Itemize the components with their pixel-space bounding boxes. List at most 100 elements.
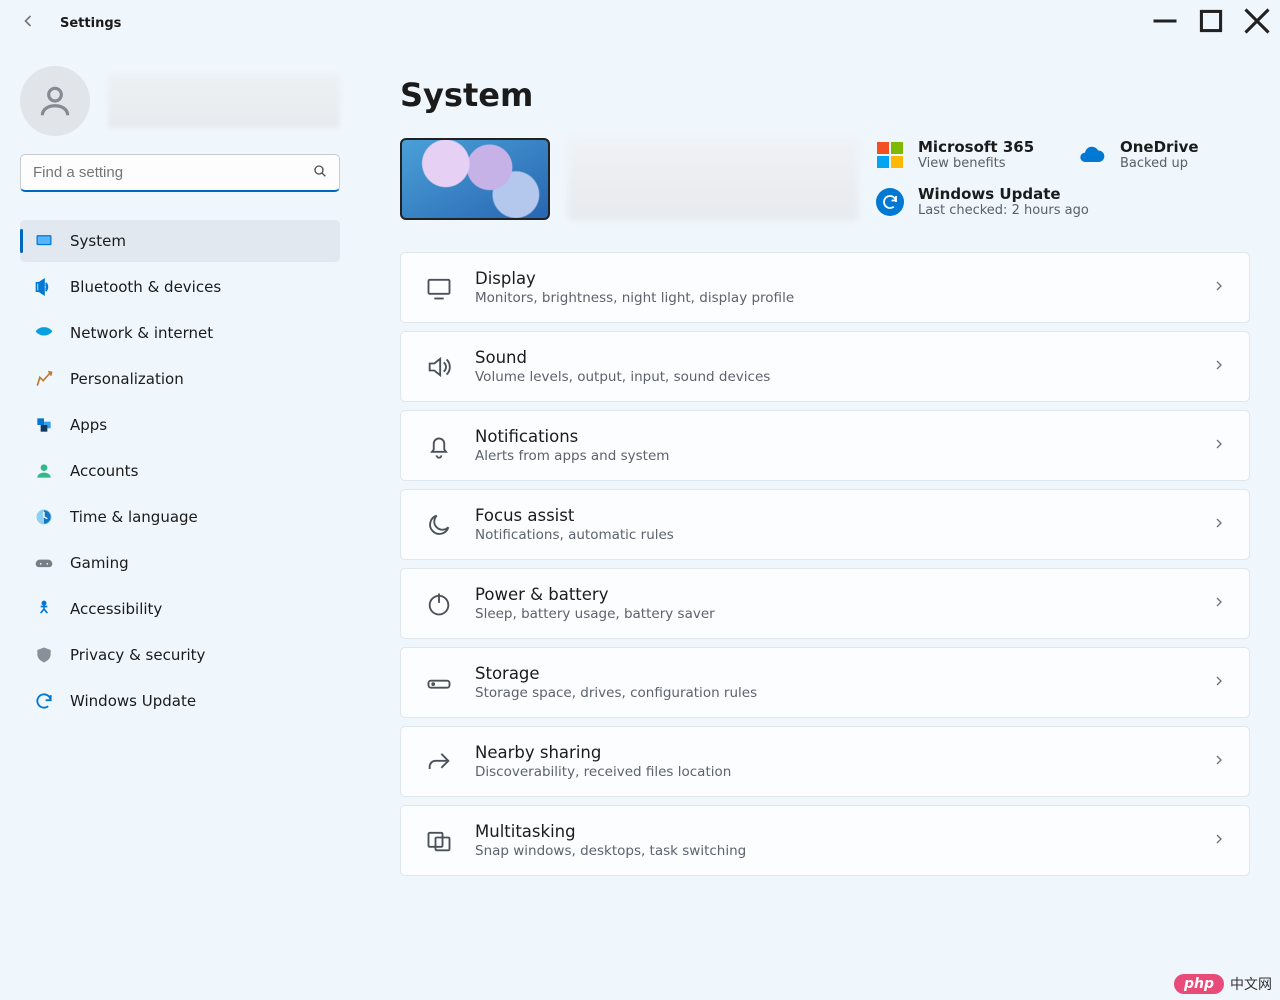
sidebar-item-label: Windows Update	[70, 692, 328, 710]
sidebar-item-label: Accounts	[70, 462, 328, 480]
sidebar-item-label: Network & internet	[70, 324, 328, 342]
page-title: System	[400, 76, 1250, 114]
card-storage[interactable]: Storage Storage space, drives, configurat…	[400, 647, 1250, 718]
card-subtitle: Monitors, brightness, night light, displ…	[475, 290, 1189, 306]
card-title: Display	[475, 269, 1189, 288]
sidebar-item-network-internet[interactable]: Network & internet	[20, 312, 340, 354]
chevron-right-icon	[1211, 594, 1227, 614]
quick-onedrive[interactable]: OneDrive Backed up	[1078, 138, 1250, 171]
sidebar-item-accounts[interactable]: Accounts	[20, 450, 340, 492]
sidebar-item-privacy-security[interactable]: Privacy & security	[20, 634, 340, 676]
device-info-redacted	[568, 138, 858, 220]
nav: System Bluetooth & devices Network & inter…	[20, 220, 340, 722]
window-minimize-button[interactable]	[1142, 3, 1188, 43]
card-sound[interactable]: SoundVolume levels, output, input, sound…	[400, 331, 1250, 402]
chevron-right-icon	[1211, 752, 1227, 772]
card-text: NotificationsAlerts from apps and system	[475, 427, 1189, 464]
card-text: Focus assist Notifications, automatic rul…	[475, 506, 1189, 543]
card-title: Notifications	[475, 427, 1189, 446]
card-subtitle: Storage space, drives, configuration rul…	[475, 685, 1189, 701]
display-icon	[425, 274, 453, 302]
window-close-button[interactable]	[1234, 3, 1280, 43]
bell-icon	[425, 432, 453, 460]
apps-icon	[34, 415, 54, 435]
quick-title: Windows Update	[918, 185, 1089, 203]
system-icon	[34, 231, 54, 251]
user-block[interactable]	[20, 66, 340, 136]
accessibility-icon	[34, 599, 54, 619]
share-icon	[425, 748, 453, 776]
quick-subtitle: Backed up	[1120, 156, 1199, 171]
sidebar-item-label: Apps	[70, 416, 328, 434]
back-button[interactable]	[18, 13, 38, 33]
device-preview[interactable]	[400, 138, 550, 220]
update-icon	[34, 691, 54, 711]
card-text: Display Monitors, brightness, night light…	[475, 269, 1189, 306]
sidebar-item-gaming[interactable]: Gaming	[20, 542, 340, 584]
chevron-right-icon	[1211, 673, 1227, 693]
card-text: MultitaskingSnap windows, desktops, task…	[475, 822, 1189, 859]
chevron-right-icon	[1211, 357, 1227, 377]
card-focus-assist[interactable]: Focus assist Notifications, automatic rul…	[400, 489, 1250, 560]
sidebar-item-time-language[interactable]: Time & language	[20, 496, 340, 538]
card-title: Power & battery	[475, 585, 1189, 604]
titlebar-left: Settings	[18, 13, 121, 33]
sidebar-item-label: Accessibility	[70, 600, 328, 618]
bluetooth-icon	[34, 277, 54, 297]
sidebar-item-label: Time & language	[70, 508, 328, 526]
card-text: Storage Storage space, drives, configurat…	[475, 664, 1189, 701]
card-text: Power & batterySleep, battery usage, bat…	[475, 585, 1189, 622]
moon-icon	[425, 511, 453, 539]
card-subtitle: Notifications, automatic rules	[475, 527, 1189, 543]
multitask-icon	[425, 827, 453, 855]
minimize-icon	[1142, 0, 1188, 48]
sidebar-item-apps[interactable]: Apps	[20, 404, 340, 446]
sidebar-item-personalization[interactable]: Personalization	[20, 358, 340, 400]
storage-icon	[425, 669, 453, 697]
card-multitasking[interactable]: MultitaskingSnap windows, desktops, task…	[400, 805, 1250, 876]
card-title: Nearby sharing	[475, 743, 1189, 762]
quick-m365[interactable]: Microsoft 365 View benefits	[876, 138, 1048, 171]
wifi-icon	[34, 323, 54, 343]
card-display[interactable]: Display Monitors, brightness, night light…	[400, 252, 1250, 323]
search-icon	[312, 163, 328, 183]
accounts-icon	[34, 461, 54, 481]
card-nearby-sharing[interactable]: Nearby sharing Discoverability, received …	[400, 726, 1250, 797]
sidebar-item-accessibility[interactable]: Accessibility	[20, 588, 340, 630]
personalization-icon	[34, 369, 54, 389]
clock-icon	[34, 507, 54, 527]
sound-icon	[425, 353, 453, 381]
card-text: SoundVolume levels, output, input, sound…	[475, 348, 1189, 385]
window-maximize-button[interactable]	[1188, 3, 1234, 43]
onedrive-icon	[1078, 141, 1106, 169]
sidebar-item-system[interactable]: System	[20, 220, 340, 262]
card-title: Storage	[475, 664, 1189, 683]
content: System Microsoft 365 View benefits	[360, 46, 1280, 1000]
search-input[interactable]	[20, 154, 340, 192]
arrow-left-icon	[18, 11, 38, 35]
settings-card-list: Display Monitors, brightness, night light…	[400, 252, 1250, 876]
sidebar-item-label: System	[70, 232, 328, 250]
windows-update-icon	[876, 188, 904, 216]
chevron-right-icon	[1211, 278, 1227, 298]
window-controls	[1142, 3, 1280, 43]
maximize-icon	[1188, 0, 1234, 48]
shield-icon	[34, 645, 54, 665]
card-power-battery[interactable]: Power & batterySleep, battery usage, bat…	[400, 568, 1250, 639]
card-notifications[interactable]: NotificationsAlerts from apps and system	[400, 410, 1250, 481]
quick-subtitle: View benefits	[918, 156, 1034, 171]
gaming-icon	[34, 553, 54, 573]
card-title: Focus assist	[475, 506, 1189, 525]
microsoft-logo-icon	[876, 141, 904, 169]
shell: System Bluetooth & devices Network & inter…	[0, 46, 1280, 1000]
search-wrap	[20, 154, 340, 192]
app-title: Settings	[60, 16, 121, 31]
sidebar-item-windows-update[interactable]: Windows Update	[20, 680, 340, 722]
card-subtitle: Discoverability, received files location	[475, 764, 1189, 780]
close-icon	[1234, 0, 1280, 48]
quick-windows-update[interactable]: Windows Update Last checked: 2 hours ago	[876, 185, 1250, 218]
sidebar-item-bluetooth-devices[interactable]: Bluetooth & devices	[20, 266, 340, 308]
quick-title: Microsoft 365	[918, 138, 1034, 156]
top-cards: Microsoft 365 View benefits OneDrive Bac…	[400, 138, 1250, 220]
avatar	[20, 66, 90, 136]
